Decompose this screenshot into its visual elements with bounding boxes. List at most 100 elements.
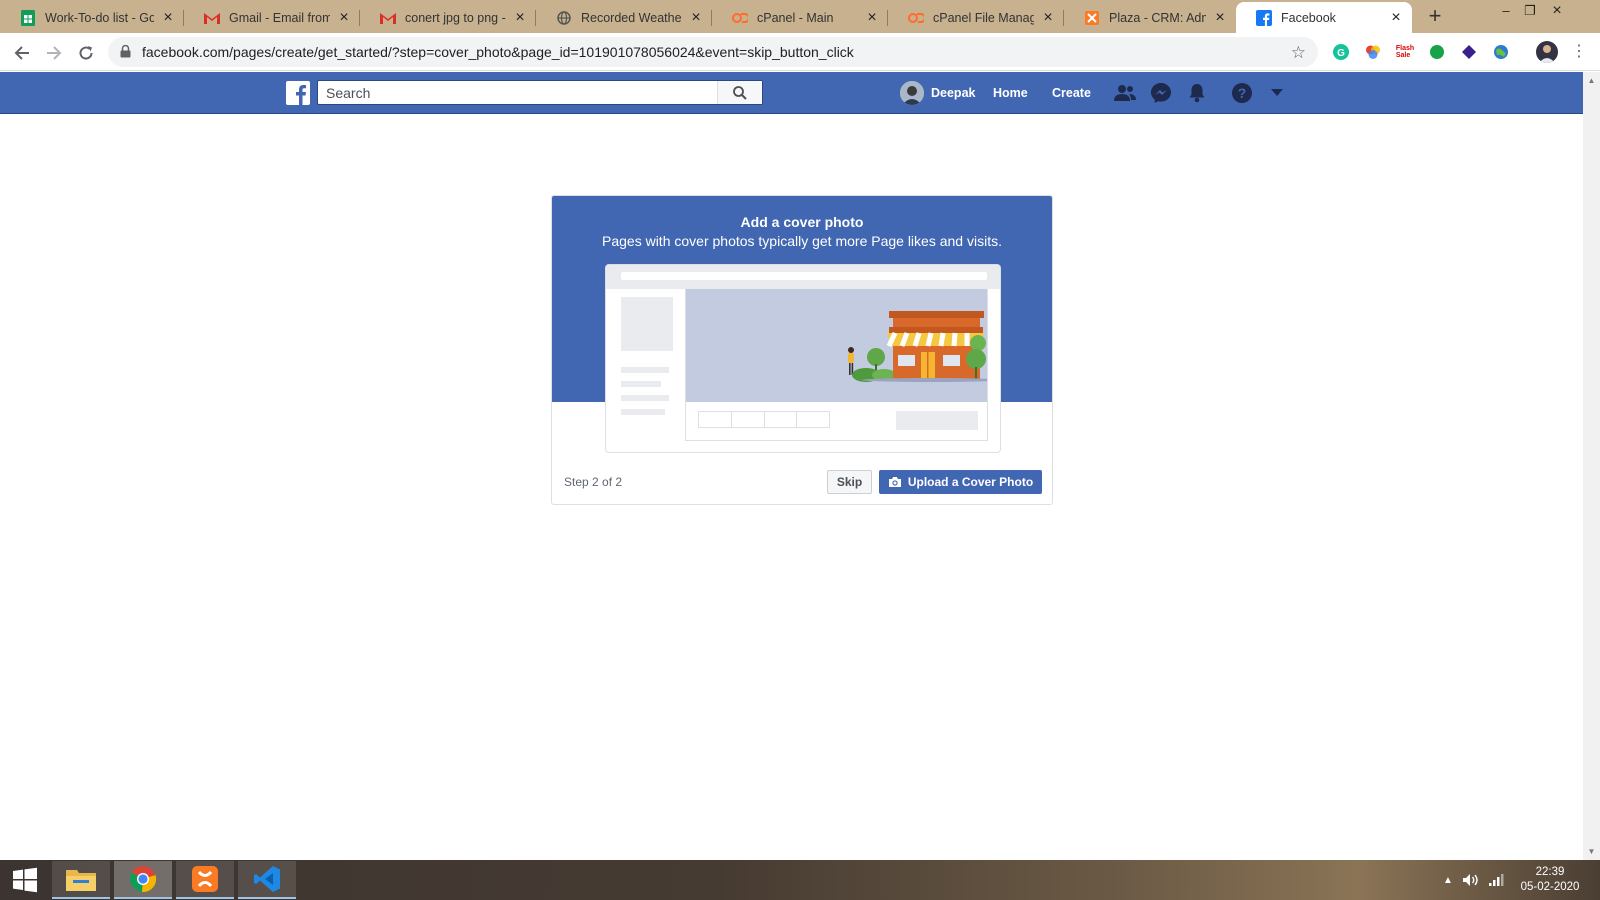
close-tab-icon[interactable]: ×: [688, 9, 704, 26]
volume-icon[interactable]: [1462, 860, 1480, 900]
skip-button[interactable]: Skip: [827, 470, 872, 494]
upload-button-label: Upload a Cover Photo: [907, 475, 1034, 489]
help-question-icon[interactable]: ?: [1231, 82, 1253, 104]
color-picker-icon[interactable]: [1364, 43, 1382, 61]
browser-tab[interactable]: cPanel - Main ×: [712, 2, 888, 33]
windows-taskbar: ▲ 22:39 05-02-2020: [0, 860, 1600, 900]
xampp-icon[interactable]: [176, 861, 234, 899]
preview-tabs: [698, 411, 830, 428]
purple-diamond-icon[interactable]: [1460, 43, 1478, 61]
xampp-icon: [1084, 10, 1100, 26]
notifications-bell-icon[interactable]: [1186, 82, 1208, 104]
chrome-icon[interactable]: [114, 861, 172, 899]
tab-title: Work-To-do list - Go: [45, 10, 154, 25]
tab-title: cPanel File Manager: [933, 10, 1034, 25]
green-leaf-icon[interactable]: [1428, 43, 1446, 61]
preview-cover-area: [685, 289, 988, 441]
file-explorer-icon[interactable]: [52, 861, 110, 899]
gmail-icon: [380, 10, 396, 26]
preview-text-line: [621, 395, 669, 401]
clock-time: 22:39: [1535, 866, 1565, 878]
bookmark-star-icon[interactable]: ☆: [1291, 43, 1306, 63]
grammarly-icon[interactable]: G: [1332, 43, 1350, 61]
minimize-icon[interactable]: –: [1494, 2, 1518, 22]
profile-avatar[interactable]: [1536, 41, 1558, 63]
close-tab-icon[interactable]: ×: [1212, 9, 1228, 26]
tab-title: Plaza - CRM: Admin: [1109, 10, 1206, 25]
facebook-logo-icon[interactable]: [286, 81, 310, 105]
browser-tabstrip: Work-To-do list - Go × Gmail - Email fro…: [0, 0, 1600, 33]
tab-title: Gmail - Email from G: [229, 10, 330, 25]
svg-text:G: G: [1337, 48, 1345, 59]
profile-name: Deepak: [931, 86, 976, 100]
account-dropdown-chevron-icon[interactable]: [1266, 82, 1288, 104]
new-tab-button[interactable]: +: [1422, 4, 1448, 30]
scroll-down-arrow-icon[interactable]: ▼: [1583, 843, 1600, 860]
browser-toolbar: facebook.com/pages/create/get_started/?s…: [0, 33, 1600, 71]
friend-requests-icon[interactable]: [1114, 82, 1136, 104]
scroll-up-arrow-icon[interactable]: ▲: [1583, 72, 1600, 89]
nav-create-link[interactable]: Create: [1052, 72, 1091, 114]
close-tab-icon[interactable]: ×: [336, 9, 352, 26]
close-tab-icon[interactable]: ×: [1040, 9, 1056, 26]
add-cover-photo-dialog: Add a cover photo Pages with cover photo…: [551, 195, 1053, 505]
forward-icon[interactable]: [42, 41, 66, 65]
preview-text-line: [621, 381, 661, 387]
search-icon: [733, 85, 747, 100]
browser-tab[interactable]: Plaza - CRM: Admin ×: [1064, 2, 1236, 33]
close-window-icon[interactable]: ×: [1542, 2, 1572, 22]
browser-tab[interactable]: Gmail - Email from G ×: [184, 2, 360, 33]
upload-cover-photo-button[interactable]: Upload a Cover Photo: [879, 470, 1042, 494]
page-preview-illustration: [605, 264, 1001, 453]
google-sheets-icon: [20, 9, 36, 26]
browser-tab-active[interactable]: Facebook ×: [1236, 2, 1412, 33]
dialog-title: Add a cover photo: [740, 214, 864, 230]
close-tab-icon[interactable]: ×: [512, 9, 528, 26]
close-tab-icon[interactable]: ×: [1388, 9, 1404, 26]
chrome-menu-icon[interactable]: ⋮: [1570, 43, 1588, 61]
gmail-icon: [204, 10, 220, 26]
profile-link[interactable]: Deepak: [900, 72, 975, 114]
system-clock[interactable]: 22:39 05-02-2020: [1515, 865, 1585, 895]
browser-tab[interactable]: Recorded Weather ×: [536, 2, 712, 33]
restore-icon[interactable]: ❐: [1518, 2, 1542, 22]
tab-title: conert jpg to png - o: [405, 10, 506, 25]
avatar: [900, 81, 924, 105]
page-scrollbar[interactable]: ▲ ▼: [1583, 72, 1600, 860]
browser-tab[interactable]: cPanel File Manager ×: [888, 2, 1064, 33]
url-text: facebook.com/pages/create/get_started/?s…: [142, 44, 854, 60]
tab-title: cPanel - Main: [757, 10, 834, 25]
clock-date: 05-02-2020: [1520, 881, 1580, 893]
lock-icon: [120, 44, 131, 63]
messenger-icon[interactable]: [1150, 82, 1172, 104]
earth-icon[interactable]: [1492, 43, 1510, 61]
windows-start-icon[interactable]: [0, 861, 50, 899]
search-box: [317, 80, 763, 105]
preview-topbar: [606, 265, 1000, 289]
flash-sale-icon[interactable]: Flash Sale: [1396, 43, 1414, 61]
search-input[interactable]: [318, 81, 718, 104]
preview-text-line: [621, 409, 665, 415]
svg-text:?: ?: [1238, 85, 1247, 101]
globe-icon: [556, 10, 572, 26]
address-bar[interactable]: facebook.com/pages/create/get_started/?s…: [108, 37, 1318, 67]
reload-icon[interactable]: [74, 41, 98, 65]
search-button[interactable]: [717, 81, 762, 104]
preview-text-line: [621, 367, 669, 373]
close-tab-icon[interactable]: ×: [160, 9, 176, 26]
preview-action-placeholder: [896, 411, 978, 430]
storefront-illustration: [686, 289, 987, 402]
back-icon[interactable]: [10, 41, 34, 65]
step-indicator: Step 2 of 2: [564, 475, 623, 489]
nav-home-link[interactable]: Home: [993, 72, 1028, 114]
browser-tab[interactable]: conert jpg to png - o ×: [360, 2, 536, 33]
show-hidden-icons-chevron-icon[interactable]: ▲: [1443, 860, 1453, 900]
browser-tab[interactable]: Work-To-do list - Go ×: [0, 2, 184, 33]
close-tab-icon[interactable]: ×: [864, 9, 880, 26]
network-signal-icon[interactable]: [1488, 860, 1504, 900]
cpanel-icon: [732, 10, 748, 26]
facebook-icon: [1256, 9, 1272, 26]
vscode-icon[interactable]: [238, 861, 296, 899]
camera-icon: [888, 477, 901, 487]
cpanel-icon: [908, 10, 924, 26]
